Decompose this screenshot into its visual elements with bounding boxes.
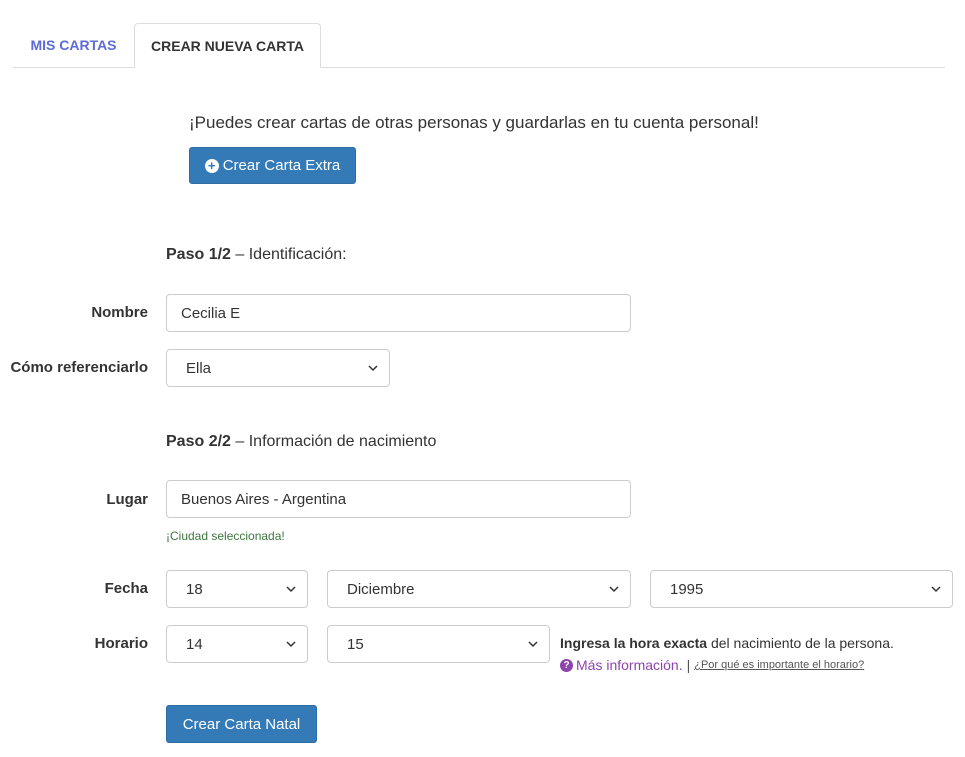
fecha-month-select[interactable]: Diciembre <box>327 570 631 608</box>
step1-heading: Paso 1/2 – Identificación: <box>166 246 347 264</box>
chevron-down-icon <box>368 365 378 372</box>
step1-subtitle: Identificación: <box>248 246 347 263</box>
step2-number: Paso 2/2 <box>166 433 231 450</box>
tab-mis-cartas[interactable]: MIS CARTAS <box>13 23 134 67</box>
more-info-row: ? Más información. | ¿Por qué es importa… <box>560 657 864 673</box>
fecha-day-value: 18 <box>186 580 203 598</box>
question-circle-icon: ? <box>560 658 573 672</box>
horario-hour-select[interactable]: 14 <box>166 625 308 663</box>
referencia-select[interactable]: Ella <box>166 349 390 387</box>
plus-circle-icon: + <box>204 158 219 173</box>
referencia-value: Ella <box>186 359 212 377</box>
horario-minute-value: 15 <box>347 635 364 653</box>
chevron-down-icon <box>931 586 941 593</box>
horario-hour-value: 14 <box>186 635 203 653</box>
fecha-month-value: Diciembre <box>347 580 415 598</box>
tab-crear-nueva-carta[interactable]: CREAR NUEVA CARTA <box>134 23 321 68</box>
city-selected-status: ¡Ciudad seleccionada! <box>166 529 285 543</box>
create-natal-chart-button[interactable]: Crear Carta Natal <box>166 705 317 743</box>
nombre-input[interactable]: Cecilia E <box>166 294 631 332</box>
nombre-value: Cecilia E <box>181 304 241 322</box>
chevron-down-icon <box>609 586 619 593</box>
create-extra-chart-button[interactable]: + Crear Carta Extra <box>189 147 356 184</box>
chevron-down-icon <box>528 641 538 648</box>
step1-number: Paso 1/2 <box>166 246 231 263</box>
fecha-day-select[interactable]: 18 <box>166 570 308 608</box>
horario-label: Horario <box>94 635 148 652</box>
more-info-link[interactable]: Más información. <box>576 657 683 673</box>
link-separator: | <box>686 657 691 673</box>
intro-text: ¡Puedes crear cartas de otras personas y… <box>189 113 759 132</box>
chevron-down-icon <box>286 641 296 648</box>
lugar-label: Lugar <box>106 491 148 508</box>
time-hint: Ingresa la hora exacta del nacimiento de… <box>560 635 894 651</box>
horario-minute-select[interactable]: 15 <box>327 625 550 663</box>
time-hint-rest: del nacimiento de la persona. <box>707 635 894 651</box>
nombre-label: Nombre <box>91 304 148 321</box>
fecha-year-select[interactable]: 1995 <box>650 570 953 608</box>
fecha-label: Fecha <box>104 580 148 597</box>
why-time-matters-link[interactable]: ¿Por qué es importante el horario? <box>694 659 864 671</box>
time-hint-bold: Ingresa la hora exacta <box>560 635 708 651</box>
create-extra-chart-label: Crear Carta Extra <box>222 157 341 174</box>
step1-dash: – <box>230 246 249 263</box>
lugar-value: Buenos Aires - Argentina <box>181 490 347 508</box>
fecha-year-value: 1995 <box>670 580 704 598</box>
step2-subtitle: Información de nacimiento <box>248 433 437 450</box>
step2-heading: Paso 2/2 – Información de nacimiento <box>166 433 436 451</box>
referencia-label: Cómo referenciarlo <box>10 359 148 376</box>
chevron-down-icon <box>286 586 296 593</box>
lugar-input[interactable]: Buenos Aires - Argentina <box>166 480 631 518</box>
step2-dash: – <box>230 433 249 450</box>
